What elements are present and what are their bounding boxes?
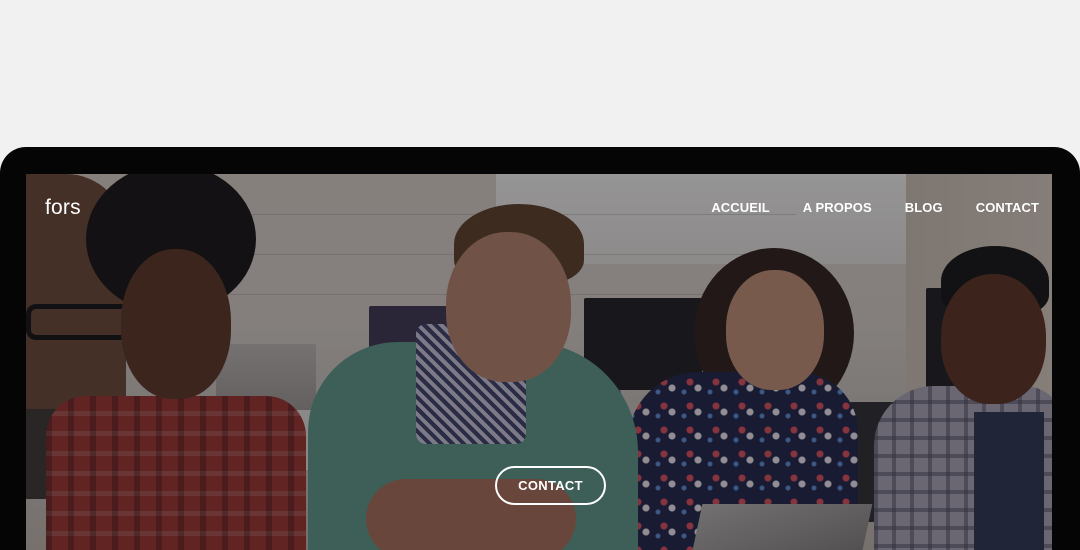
brand-logo[interactable]: fors — [45, 196, 81, 220]
website-screen: fors ACCUEIL A PROPOS BLOG CONTACT CONTA… — [26, 174, 1052, 550]
nav-link-accueil[interactable]: ACCUEIL — [711, 200, 769, 215]
top-navbar: fors ACCUEIL A PROPOS BLOG CONTACT — [26, 174, 1052, 242]
nav-link-contact[interactable]: CONTACT — [976, 200, 1039, 215]
contact-cta-button[interactable]: CONTACT — [495, 466, 606, 505]
page-stage: fors ACCUEIL A PROPOS BLOG CONTACT CONTA… — [0, 0, 1080, 550]
nav-link-blog[interactable]: BLOG — [905, 200, 943, 215]
nav-link-a-propos[interactable]: A PROPOS — [803, 200, 872, 215]
nav-menu: ACCUEIL A PROPOS BLOG CONTACT — [711, 200, 1039, 215]
